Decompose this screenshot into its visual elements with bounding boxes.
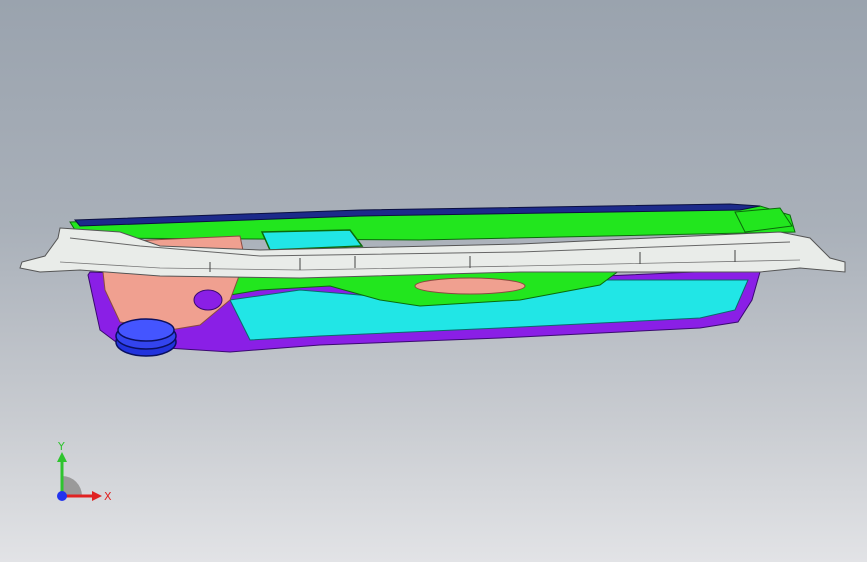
3d-model-view[interactable] — [0, 0, 867, 562]
drain-plug — [115, 318, 177, 357]
y-axis-label: Y — [57, 440, 65, 453]
cyan-window — [260, 229, 364, 251]
salmon-oval — [414, 277, 526, 295]
graphics-viewport[interactable]: Y X — [0, 0, 867, 562]
x-axis-label: X — [104, 490, 112, 503]
x-arrow-icon — [92, 491, 102, 501]
z-axis-icon — [57, 491, 67, 501]
purple-boss — [193, 289, 223, 311]
y-arrow-icon — [57, 452, 67, 462]
coordinate-triad: Y X — [57, 440, 112, 503]
